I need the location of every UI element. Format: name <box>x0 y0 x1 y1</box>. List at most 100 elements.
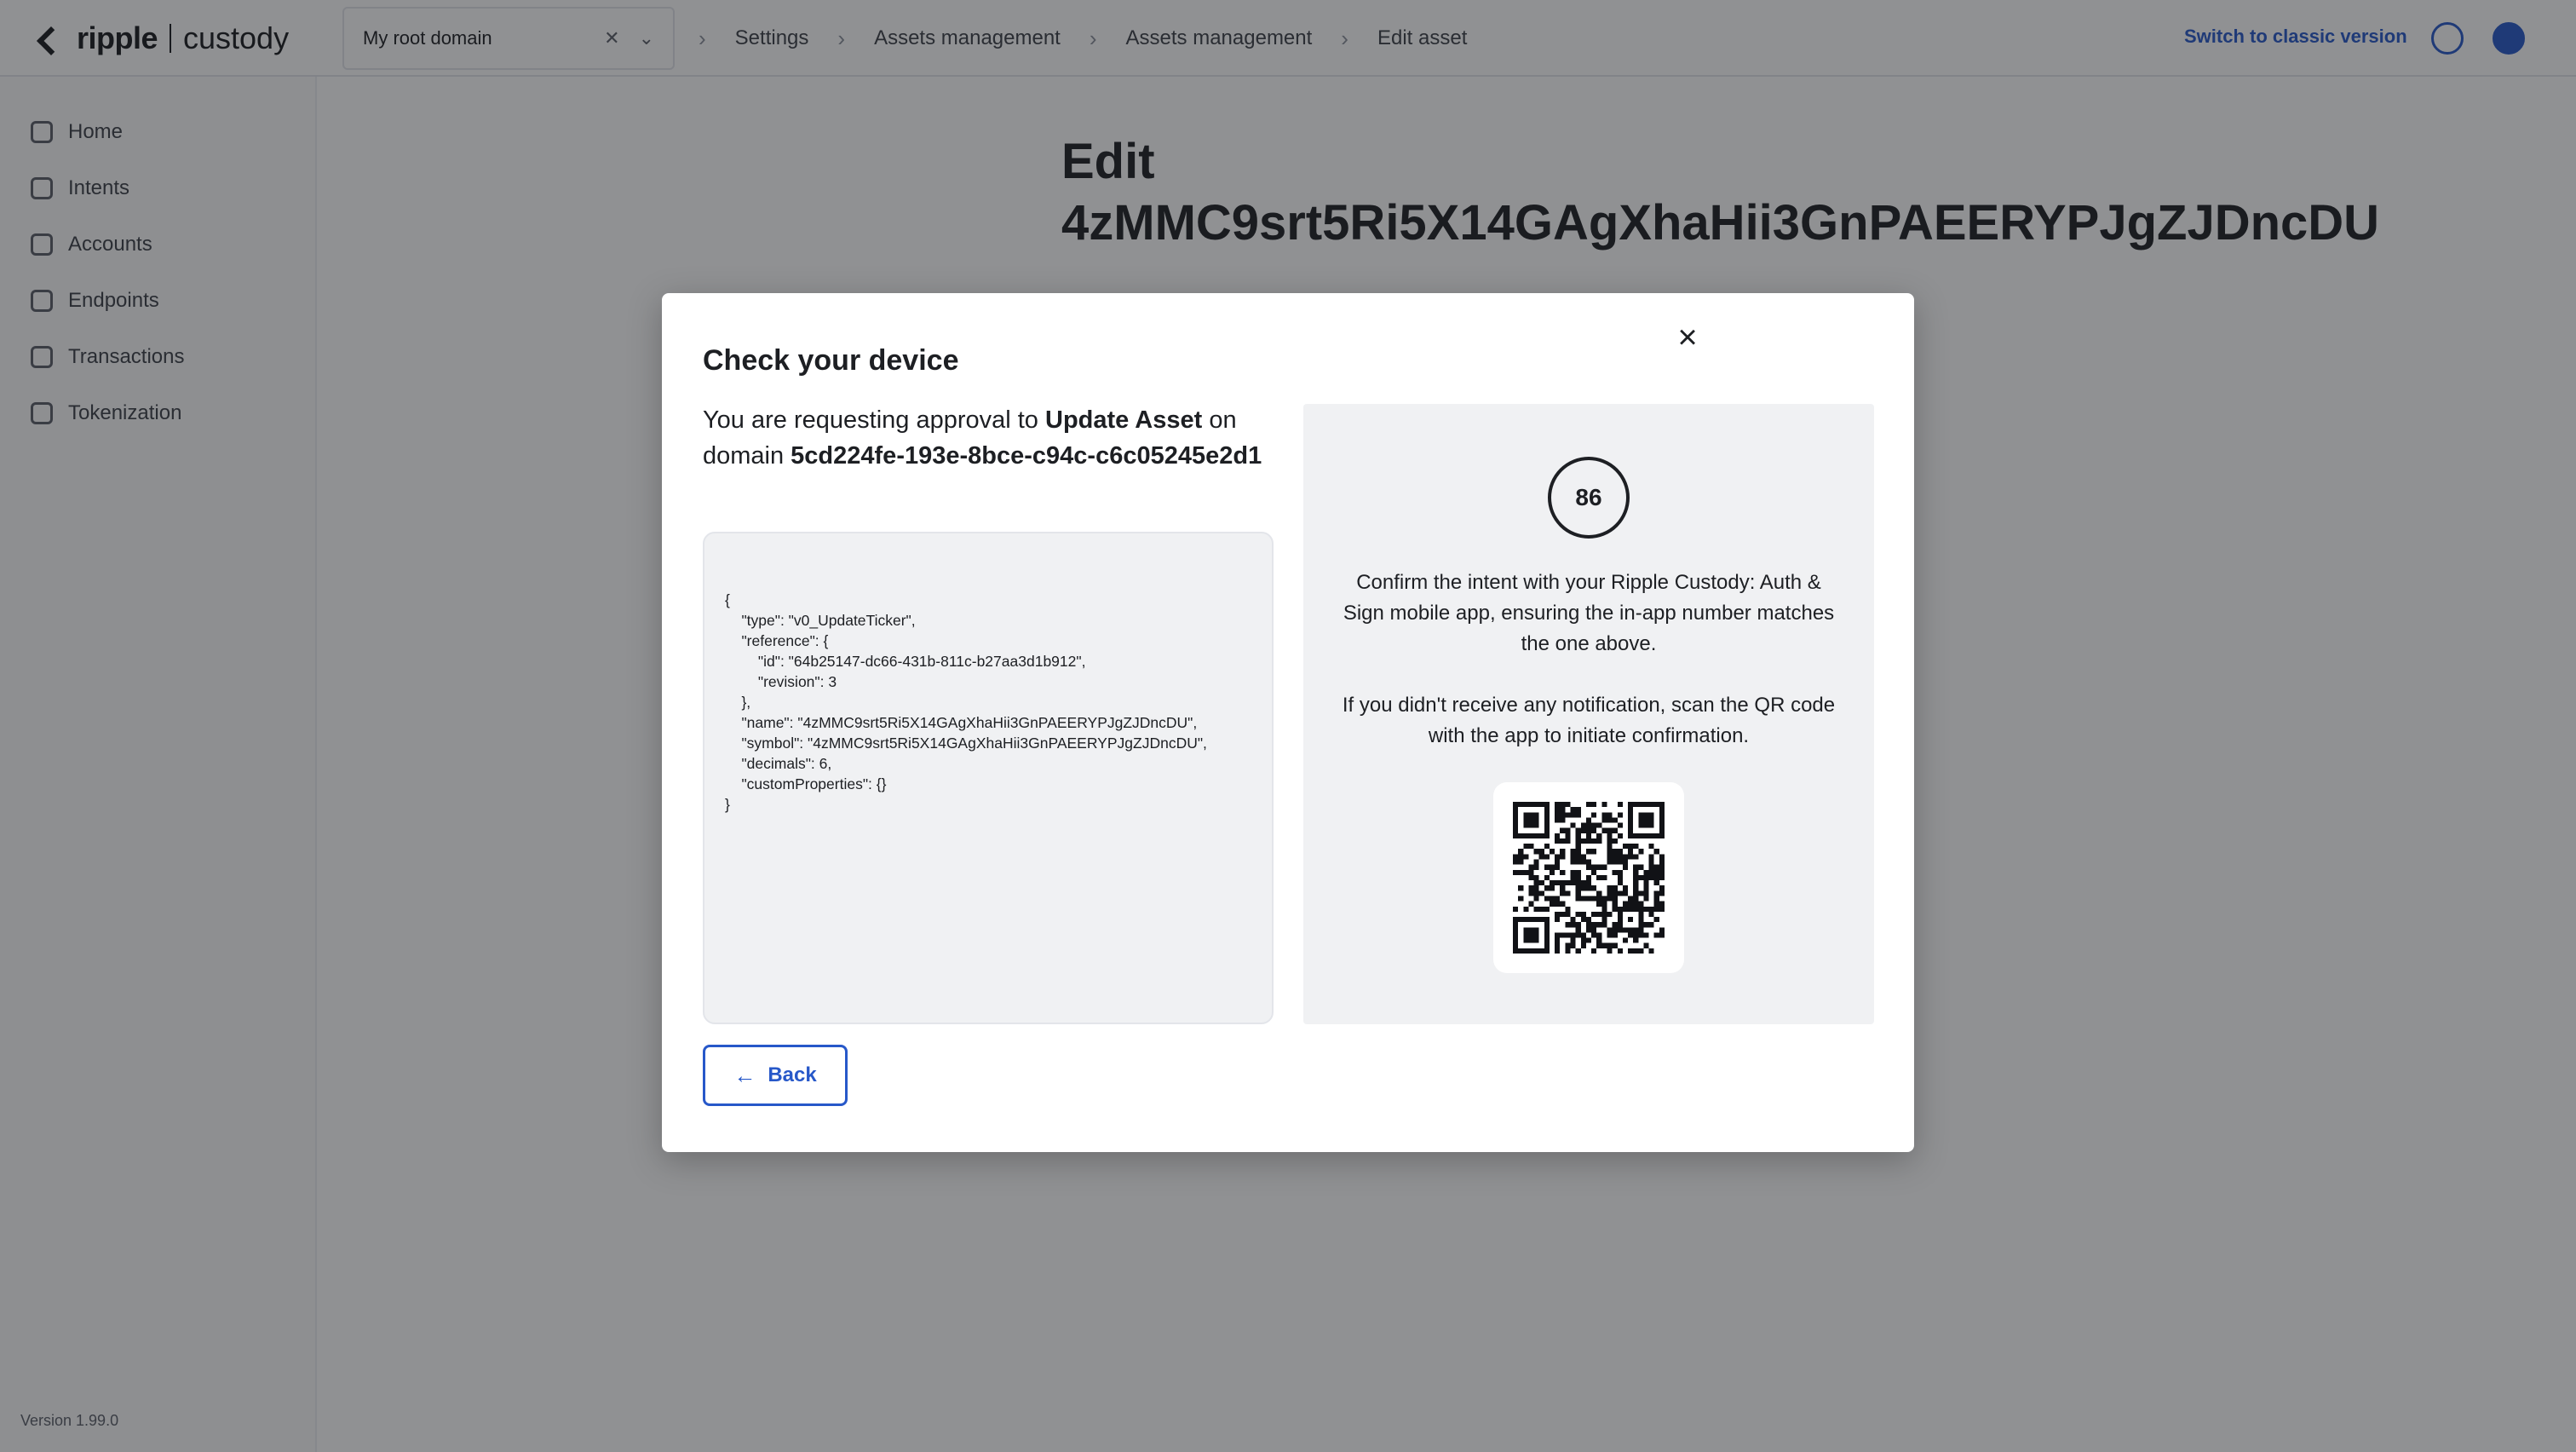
scan-instructions: If you didn't receive any notification, … <box>1342 694 1836 747</box>
confirm-instructions: Confirm the intent with your Ripple Cust… <box>1343 571 1835 655</box>
qr-module <box>1518 917 1524 923</box>
qr-module <box>1533 874 1539 881</box>
qr-module <box>1601 874 1607 881</box>
qr-module <box>1570 874 1576 881</box>
qr-module <box>1544 802 1550 808</box>
qr-module <box>1575 869 1581 875</box>
qr-module <box>1575 854 1581 860</box>
qr-module <box>1523 869 1529 875</box>
qr-module <box>1633 802 1639 808</box>
qr-module <box>1633 874 1639 881</box>
qr-module <box>1523 833 1529 838</box>
qr-module <box>1528 817 1534 823</box>
verification-code: 86 <box>1548 457 1630 539</box>
qr-module <box>1555 937 1561 943</box>
qr-module <box>1585 937 1592 943</box>
qr-module <box>1591 932 1597 938</box>
qr-module <box>1617 849 1623 855</box>
qr-module <box>1513 942 1519 948</box>
qr-module <box>1575 911 1581 918</box>
qr-module <box>1617 822 1623 828</box>
qr-module <box>1591 849 1597 855</box>
qr-module <box>1575 880 1581 886</box>
qr-module <box>1596 937 1602 943</box>
qr-module <box>1580 822 1586 828</box>
qr-module <box>1653 880 1659 886</box>
intent-payload-box: { "type": "v0_UpdateTicker", "reference"… <box>703 532 1274 1024</box>
qr-module <box>1601 864 1607 870</box>
qr-module <box>1565 880 1571 886</box>
qr-module <box>1648 922 1654 928</box>
arrow-left-icon: ← <box>733 1063 756 1088</box>
qr-module <box>1575 874 1581 881</box>
qr-module <box>1659 859 1665 865</box>
qr-module <box>1607 833 1613 838</box>
qr-module <box>1575 849 1581 855</box>
qr-module <box>1596 901 1602 907</box>
qr-module <box>1633 927 1639 933</box>
qr-module <box>1580 880 1586 886</box>
qr-module <box>1653 802 1659 808</box>
qr-module <box>1575 833 1581 838</box>
qr-module <box>1585 917 1592 923</box>
qr-module <box>1555 812 1561 818</box>
qr-module <box>1653 833 1659 838</box>
qr-module <box>1622 927 1629 933</box>
qr-module <box>1523 906 1529 912</box>
qr-module <box>1617 859 1623 865</box>
qr-module <box>1580 917 1586 923</box>
qr-module <box>1518 849 1524 855</box>
qr-module <box>1648 817 1654 823</box>
qr-module <box>1596 822 1602 828</box>
qr-module <box>1633 833 1639 838</box>
qr-module <box>1638 911 1644 918</box>
qr-module <box>1617 890 1623 896</box>
qr-module <box>1638 802 1644 808</box>
qr-module <box>1638 833 1644 838</box>
qr-module <box>1596 932 1602 938</box>
qr-module <box>1575 859 1581 865</box>
qr-module <box>1643 890 1649 896</box>
qr-module <box>1570 937 1576 943</box>
close-icon[interactable]: × <box>1667 317 1708 358</box>
qr-module <box>1570 917 1576 923</box>
qr-module <box>1555 864 1561 870</box>
qr-module <box>1596 942 1602 948</box>
qr-module <box>1575 827 1581 833</box>
qr-module <box>1633 885 1639 891</box>
qr-module <box>1523 822 1529 828</box>
qr-module <box>1570 854 1576 860</box>
qr-module <box>1585 896 1592 902</box>
back-button[interactable]: ← Back <box>703 1045 848 1106</box>
qr-module <box>1607 948 1613 954</box>
qr-module <box>1628 849 1634 855</box>
qr-module <box>1513 927 1519 933</box>
qr-module <box>1659 901 1665 907</box>
qr-module <box>1638 922 1644 928</box>
qr-module <box>1643 896 1649 902</box>
qr-module <box>1533 896 1539 902</box>
qr-module <box>1544 807 1550 813</box>
qr-module <box>1612 885 1618 891</box>
qr-module <box>1575 844 1581 850</box>
qr-module <box>1596 896 1602 902</box>
qr-module <box>1617 917 1623 923</box>
qr-module <box>1555 901 1561 907</box>
qr-module <box>1528 822 1534 828</box>
qr-module <box>1575 812 1581 818</box>
qr-module <box>1648 911 1654 918</box>
qr-module <box>1555 948 1561 954</box>
qr-module <box>1570 942 1576 948</box>
qr-module <box>1617 911 1623 918</box>
qr-module <box>1612 932 1618 938</box>
qr-module <box>1622 844 1629 850</box>
qr-module <box>1638 812 1644 818</box>
qr-module <box>1518 869 1524 875</box>
qr-module <box>1538 833 1544 838</box>
qr-module <box>1580 911 1586 918</box>
qr-module <box>1523 932 1529 938</box>
qr-module <box>1638 817 1644 823</box>
qr-module <box>1659 906 1665 912</box>
qr-module <box>1622 906 1629 912</box>
qr-module <box>1523 927 1529 933</box>
